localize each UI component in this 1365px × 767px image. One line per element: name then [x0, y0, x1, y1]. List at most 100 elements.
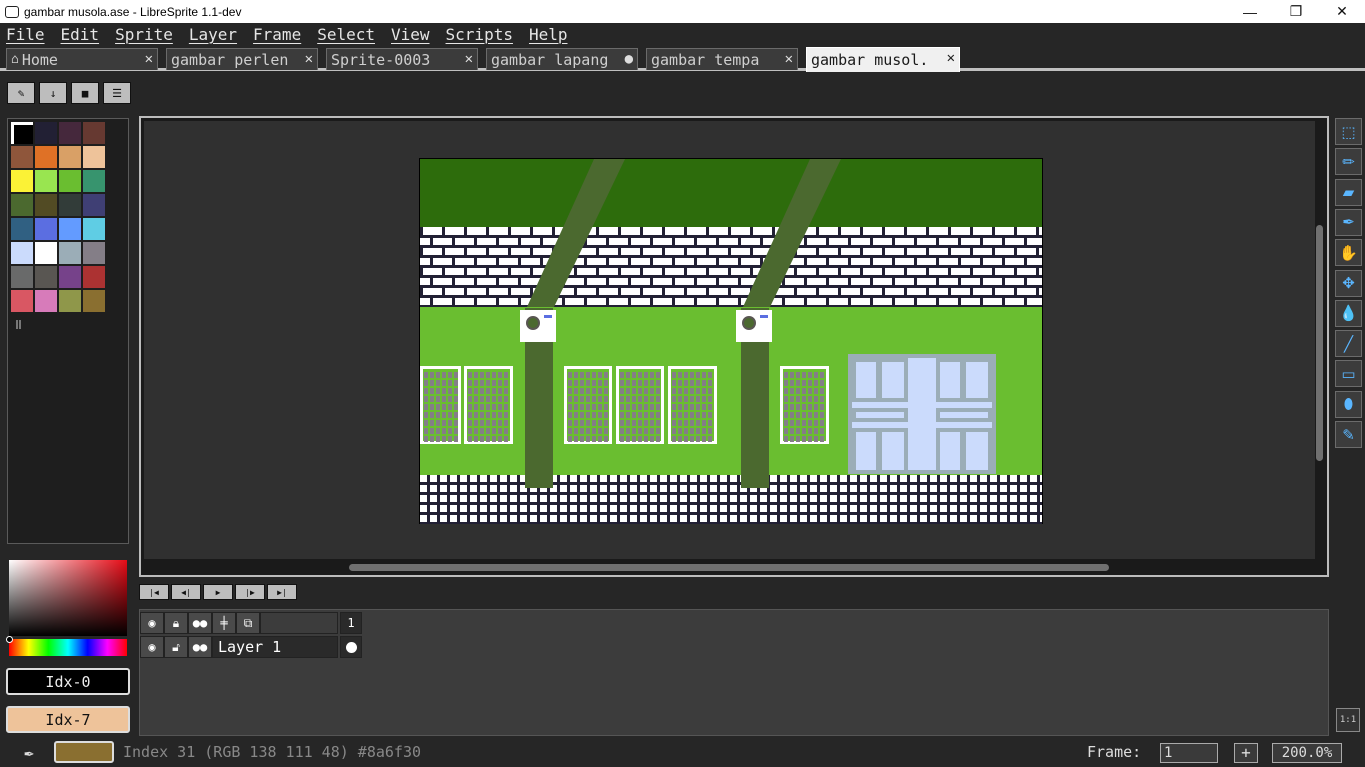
tab-home[interactable]: ⌂ Home ✕ — [6, 48, 158, 70]
saturation-value-picker[interactable] — [9, 560, 127, 636]
canvas-viewport[interactable] — [144, 121, 1315, 559]
cel-1[interactable] — [340, 636, 362, 658]
tool-line[interactable]: ╱ — [1335, 330, 1362, 358]
menu-frame[interactable]: Frame — [253, 25, 301, 44]
palette-swatch[interactable] — [35, 170, 57, 192]
zoom-1-1-button[interactable]: 1:1 — [1336, 708, 1360, 732]
lock-header-button[interactable]: 🔒︎ — [164, 612, 188, 634]
palette-swatch[interactable] — [83, 170, 105, 192]
tool-move[interactable]: ✥ — [1335, 269, 1362, 297]
tool-hand[interactable]: ✋ — [1335, 239, 1362, 267]
background-color-button[interactable]: Idx-7 — [6, 706, 130, 733]
palette-sort-button[interactable]: ↓ — [39, 82, 67, 104]
tab-gambar-lapang[interactable]: gambar lapang ● — [486, 48, 638, 70]
menu-scripts[interactable]: Scripts — [446, 25, 513, 44]
palette-swatch[interactable] — [35, 266, 57, 288]
close-window-button[interactable]: ✕ — [1319, 0, 1365, 23]
palette-swatch[interactable] — [59, 194, 81, 216]
palette-swatch[interactable] — [59, 242, 81, 264]
tool-eyedropper[interactable]: ✒ — [1335, 208, 1362, 236]
group-header-button[interactable]: ╪ — [212, 612, 236, 634]
previous-frame-button[interactable]: ◀| — [171, 584, 201, 600]
palette-swatch[interactable] — [35, 290, 57, 312]
link-header-button[interactable]: ⧉ — [236, 612, 260, 634]
tab-close-button[interactable]: ✕ — [305, 51, 313, 67]
palette-swatch[interactable] — [83, 218, 105, 240]
menu-sprite[interactable]: Sprite — [115, 25, 173, 44]
visibility-header-button[interactable]: ◉ — [140, 612, 164, 634]
zoom-field[interactable]: 200.0% — [1272, 743, 1342, 763]
canvas-editor[interactable] — [139, 116, 1329, 577]
palette-swatch[interactable] — [11, 266, 33, 288]
minimize-button[interactable]: — — [1227, 0, 1273, 23]
picker-cursor[interactable] — [6, 636, 13, 643]
palette-swatch[interactable] — [11, 218, 33, 240]
vertical-scrollbar[interactable] — [1316, 225, 1323, 461]
menu-select[interactable]: Select — [317, 25, 375, 44]
palette-swatch[interactable] — [83, 122, 105, 144]
menu-help[interactable]: Help — [529, 25, 568, 44]
continuous-header-button[interactable]: ●● — [188, 612, 212, 634]
palette-swatch[interactable] — [35, 122, 57, 144]
palette-swatch[interactable] — [35, 242, 57, 264]
maximize-button[interactable]: ❐ — [1273, 0, 1319, 23]
palette-swatch[interactable] — [83, 242, 105, 264]
menu-edit[interactable]: Edit — [61, 25, 100, 44]
tab-close-button[interactable]: ✕ — [785, 51, 793, 67]
tab-gambar-musola[interactable]: gambar musol. ✕ — [806, 47, 960, 72]
tab-gambar-tempa[interactable]: gambar tempa ✕ — [646, 48, 798, 70]
tab-close-button[interactable]: ✕ — [947, 50, 955, 66]
palette-swatch[interactable] — [83, 290, 105, 312]
frame-input[interactable]: 1 — [1160, 743, 1218, 763]
tool-rectangular-marquee[interactable]: ⬚ — [1335, 118, 1362, 145]
tool-ellipse[interactable]: ⬮ — [1335, 390, 1362, 418]
last-frame-button[interactable]: ▶| — [267, 584, 297, 600]
palette-swatch[interactable] — [35, 218, 57, 240]
current-color-swatch[interactable] — [54, 741, 114, 763]
tool-eraser[interactable]: ▰ — [1335, 178, 1362, 206]
sprite-canvas[interactable] — [419, 158, 1043, 524]
foreground-color-button[interactable]: Idx-0 — [6, 668, 130, 695]
tab-gambar-perlen[interactable]: gambar perlen ✕ — [166, 48, 318, 70]
palette-swatch[interactable] — [59, 218, 81, 240]
palette-options-button[interactable]: ☰ — [103, 82, 131, 104]
first-frame-button[interactable]: |◀ — [139, 584, 169, 600]
tool-paint-bucket[interactable]: 💧 — [1335, 299, 1362, 327]
tab-close-button[interactable]: ✕ — [465, 51, 473, 67]
add-frame-button[interactable]: + — [1234, 743, 1258, 763]
palette-swatch[interactable] — [59, 146, 81, 168]
palette-swatch[interactable] — [35, 146, 57, 168]
palette-swatch[interactable] — [59, 290, 81, 312]
palette-swatch[interactable] — [11, 194, 33, 216]
tool-spray[interactable]: ✎ — [1335, 421, 1362, 448]
palette-swatch[interactable] — [11, 146, 33, 168]
menu-file[interactable]: File — [6, 25, 45, 44]
layer-visibility-toggle[interactable]: ◉ — [140, 636, 164, 658]
hue-slider[interactable] — [9, 639, 127, 656]
palette-swatch[interactable] — [83, 266, 105, 288]
horizontal-scrollbar[interactable] — [349, 564, 1109, 571]
layer-lock-toggle[interactable]: 🔓︎ — [164, 636, 188, 658]
palette-swatch[interactable] — [83, 194, 105, 216]
frame-header[interactable]: 1 — [340, 612, 362, 634]
layer-continuous-toggle[interactable]: ●● — [188, 636, 212, 658]
palette-presets-button[interactable]: ■ — [71, 82, 99, 104]
palette-resize-grip[interactable] — [16, 320, 21, 329]
palette-swatch[interactable] — [11, 170, 33, 192]
palette-swatch[interactable] — [35, 194, 57, 216]
palette-swatch[interactable] — [83, 146, 105, 168]
edit-palette-button[interactable]: ✎ — [7, 82, 35, 104]
layer-name[interactable]: Layer 1 — [212, 636, 338, 658]
tab-modified-indicator[interactable]: ● — [625, 51, 633, 67]
next-frame-button[interactable]: |▶ — [235, 584, 265, 600]
palette-swatch[interactable] — [59, 266, 81, 288]
tool-pencil[interactable]: ✏ — [1335, 148, 1362, 176]
tool-rectangle[interactable]: ▭ — [1335, 360, 1362, 388]
palette-swatch[interactable] — [11, 242, 33, 264]
menu-view[interactable]: View — [391, 25, 430, 44]
tab-close-button[interactable]: ✕ — [145, 51, 153, 67]
palette-swatch[interactable] — [59, 170, 81, 192]
play-button[interactable]: ▶ — [203, 584, 233, 600]
menu-layer[interactable]: Layer — [189, 25, 237, 44]
palette-swatch[interactable] — [59, 122, 81, 144]
